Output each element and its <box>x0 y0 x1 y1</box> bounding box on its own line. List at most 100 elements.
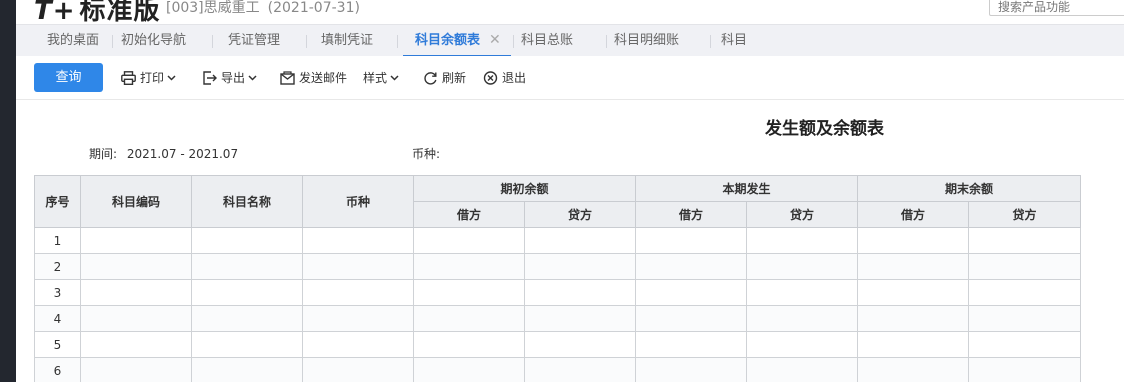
app-logo: T+ 标准版 <box>34 0 161 24</box>
table-cell[interactable] <box>191 331 303 358</box>
company-name: [003]思威重工 <box>166 0 260 16</box>
table-cell[interactable] <box>413 331 525 358</box>
balance-report-table: 序号 科目编码 科目名称 币种 期初余额 本期发生 期末余额 借方 贷方 借方 … <box>34 175 1082 382</box>
header-opening-debit: 借方 <box>413 201 525 228</box>
table-cell[interactable] <box>968 253 1082 280</box>
table-cell[interactable] <box>857 305 970 332</box>
app-header: T+ 标准版 [003]思威重工 (2021-07-31) 搜索产品功能 <box>16 0 1124 24</box>
table-cell[interactable] <box>413 227 525 254</box>
table-cell[interactable] <box>302 253 414 280</box>
table-cell[interactable] <box>413 357 525 382</box>
tab-fill-voucher[interactable]: 填制凭证 <box>321 25 373 57</box>
table-cell[interactable] <box>635 279 748 306</box>
table-cell[interactable] <box>523 253 637 280</box>
table-cell[interactable] <box>80 305 192 332</box>
tab-my-desktop[interactable]: 我的桌面 <box>47 25 99 57</box>
table-cell[interactable] <box>523 227 637 254</box>
table-cell[interactable] <box>968 227 1082 254</box>
tab-label: 科目 <box>721 33 748 48</box>
table-cell[interactable] <box>191 227 303 254</box>
tab-close-icon[interactable]: ✕ <box>489 33 501 47</box>
header-account-name: 科目名称 <box>191 175 303 228</box>
table-cell[interactable] <box>413 253 525 280</box>
table-cell[interactable] <box>302 357 414 382</box>
close-circle-icon <box>483 71 498 85</box>
table-cell[interactable] <box>191 357 303 382</box>
table-cell[interactable] <box>302 305 414 332</box>
tab-init-guide[interactable]: 初始化导航 <box>121 25 186 57</box>
table-row[interactable]: 5 <box>34 331 1082 358</box>
table-cell[interactable] <box>746 253 859 280</box>
refresh-button[interactable]: 刷新 <box>423 68 466 88</box>
table-cell[interactable] <box>523 357 637 382</box>
tab-general-ledger[interactable]: 科目总账 <box>521 25 573 57</box>
table-cell[interactable] <box>968 331 1082 358</box>
tab-detail-ledger[interactable]: 科目明细账 <box>614 25 679 57</box>
tab-label: 我的桌面 <box>47 33 100 48</box>
export-button[interactable]: 导出 <box>202 68 257 88</box>
header-closing-credit: 贷方 <box>968 201 1082 228</box>
table-cell[interactable] <box>413 279 525 306</box>
table-cell[interactable] <box>413 305 525 332</box>
table-cell[interactable] <box>857 357 970 382</box>
table-cell[interactable] <box>523 331 637 358</box>
tab-label: 凭证管理 <box>228 33 281 48</box>
table-cell[interactable] <box>191 279 303 306</box>
header-account-code: 科目编码 <box>80 175 192 228</box>
table-cell[interactable] <box>857 331 970 358</box>
tab-label: 科目总账 <box>521 33 574 48</box>
table-cell[interactable] <box>80 253 192 280</box>
table-cell[interactable] <box>968 357 1082 382</box>
table-cell[interactable] <box>302 279 414 306</box>
table-cell[interactable] <box>857 227 970 254</box>
table-row[interactable]: 1 <box>34 227 1082 254</box>
table-cell[interactable] <box>191 305 303 332</box>
table-cell[interactable] <box>746 227 859 254</box>
tab-voucher-management[interactable]: 凭证管理 <box>228 25 280 57</box>
mail-icon <box>280 71 295 85</box>
product-search-input[interactable]: 搜索产品功能 <box>989 0 1124 16</box>
style-button[interactable]: 样式 <box>363 68 399 88</box>
table-cell[interactable] <box>191 253 303 280</box>
table-cell[interactable] <box>746 279 859 306</box>
table-row[interactable]: 3 <box>34 279 1082 306</box>
table-cell[interactable] <box>80 357 192 382</box>
table-cell[interactable] <box>302 331 414 358</box>
table-cell[interactable] <box>80 331 192 358</box>
print-button[interactable]: 打印 <box>121 68 176 88</box>
table-cell[interactable] <box>857 253 970 280</box>
header-currency: 币种 <box>302 175 414 228</box>
table-cell[interactable] <box>857 279 970 306</box>
table-row[interactable]: 6 <box>34 357 1082 382</box>
table-cell[interactable] <box>635 357 748 382</box>
query-button[interactable]: 查询 <box>34 63 103 92</box>
table-cell[interactable] <box>80 279 192 306</box>
currency-info: 币种: <box>412 145 440 162</box>
table-cell[interactable] <box>635 227 748 254</box>
table-cell[interactable] <box>80 227 192 254</box>
table-cell[interactable] <box>746 331 859 358</box>
table-row[interactable]: 4 <box>34 305 1082 332</box>
header-seq: 序号 <box>34 175 81 228</box>
table-cell[interactable] <box>523 305 637 332</box>
header-current-debit: 借方 <box>635 201 748 228</box>
table-cell[interactable] <box>302 227 414 254</box>
table-cell[interactable] <box>968 305 1082 332</box>
table-cell[interactable] <box>635 253 748 280</box>
table-cell[interactable] <box>746 305 859 332</box>
table-cell[interactable] <box>635 331 748 358</box>
exit-button[interactable]: 退出 <box>483 68 526 88</box>
table-cell[interactable] <box>523 279 637 306</box>
refresh-icon <box>424 72 437 85</box>
table-cell[interactable] <box>635 305 748 332</box>
send-mail-label: 发送邮件 <box>299 71 348 85</box>
account-set-info[interactable]: [003]思威重工 (2021-07-31) <box>166 0 360 17</box>
send-mail-button[interactable]: 发送邮件 <box>280 68 347 88</box>
table-cell[interactable] <box>746 357 859 382</box>
header-closing-balance: 期末余额 <box>857 175 1082 202</box>
tab-account-balance[interactable]: 科目余额表 ✕ <box>403 25 511 57</box>
cell-seq: 3 <box>34 279 81 306</box>
table-cell[interactable] <box>968 279 1082 306</box>
table-row[interactable]: 2 <box>34 253 1082 280</box>
tab-accounts[interactable]: 科目 <box>721 25 747 57</box>
